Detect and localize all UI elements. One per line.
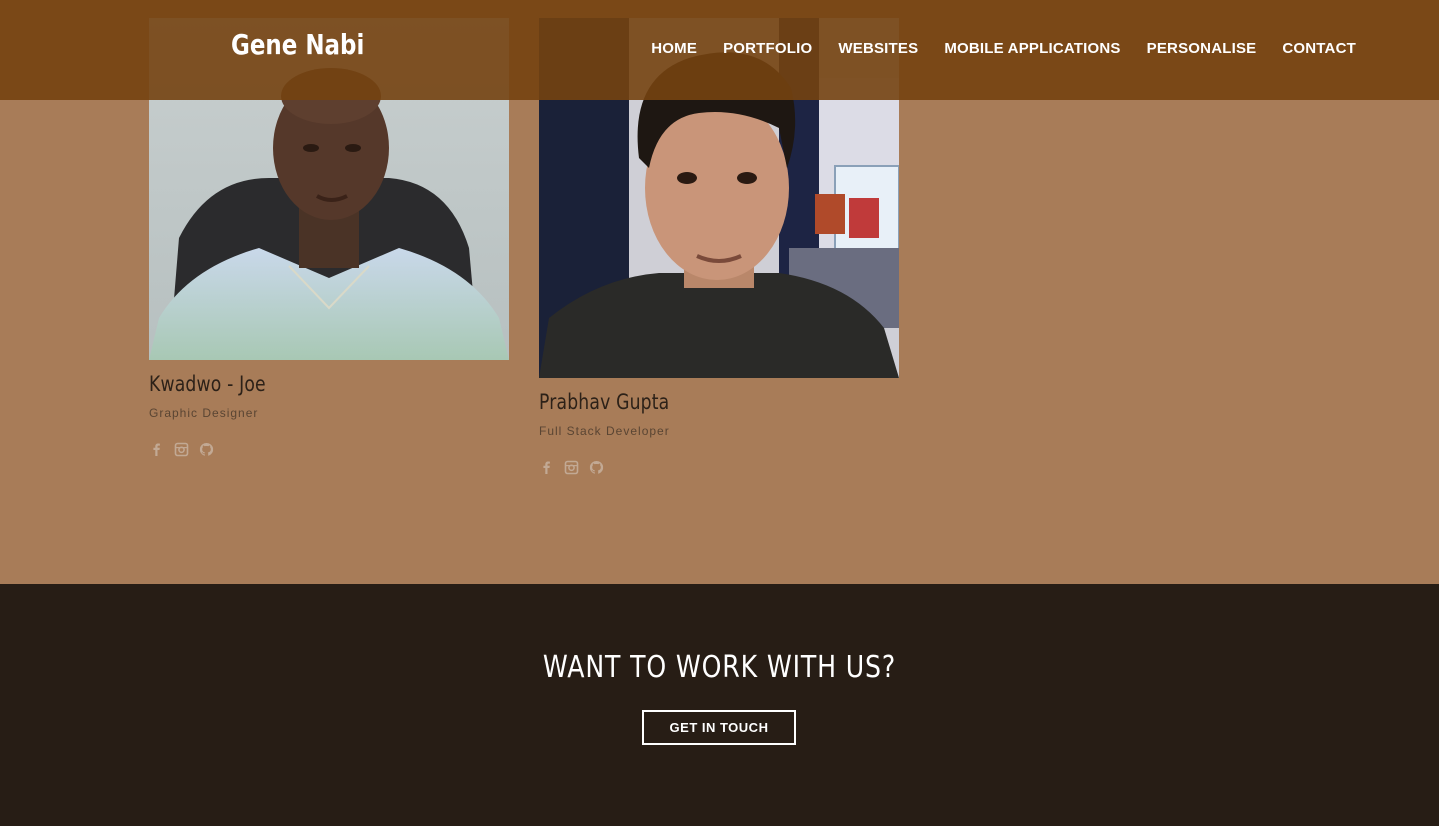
- nav-menu: Home Portfolio Websites Mobile Applicati…: [651, 40, 1356, 57]
- member-role: Graphic Designer: [149, 406, 259, 420]
- nav-personalise[interactable]: Personalise: [1147, 40, 1257, 57]
- nav-mobile-applications[interactable]: Mobile Applications: [944, 40, 1120, 57]
- facebook-icon[interactable]: [149, 442, 164, 457]
- nav-websites[interactable]: Websites: [838, 40, 918, 57]
- member-social-links: [149, 442, 509, 457]
- navbar: Gene Nabi Home Portfolio Websites Mobile…: [0, 0, 1439, 100]
- instagram-icon[interactable]: [174, 442, 189, 457]
- facebook-icon[interactable]: [539, 460, 554, 475]
- nav-home[interactable]: Home: [651, 40, 697, 57]
- github-icon[interactable]: [199, 442, 214, 457]
- instagram-icon[interactable]: [564, 460, 579, 475]
- member-name: Prabhav Gupta: [539, 390, 670, 414]
- cta-section: WANT TO WORK WITH US? GET IN TOUCH: [0, 584, 1439, 826]
- brand-logo[interactable]: Gene Nabi: [231, 28, 364, 61]
- member-role: Full Stack Developer: [539, 424, 670, 438]
- cta-title: WANT TO WORK WITH US?: [542, 650, 897, 685]
- nav-contact[interactable]: Contact: [1282, 40, 1356, 57]
- nav-portfolio[interactable]: Portfolio: [723, 40, 812, 57]
- github-icon[interactable]: [589, 460, 604, 475]
- member-social-links: [539, 460, 899, 475]
- member-name: Kwadwo - Joe: [149, 372, 266, 396]
- get-in-touch-button[interactable]: GET IN TOUCH: [642, 710, 796, 745]
